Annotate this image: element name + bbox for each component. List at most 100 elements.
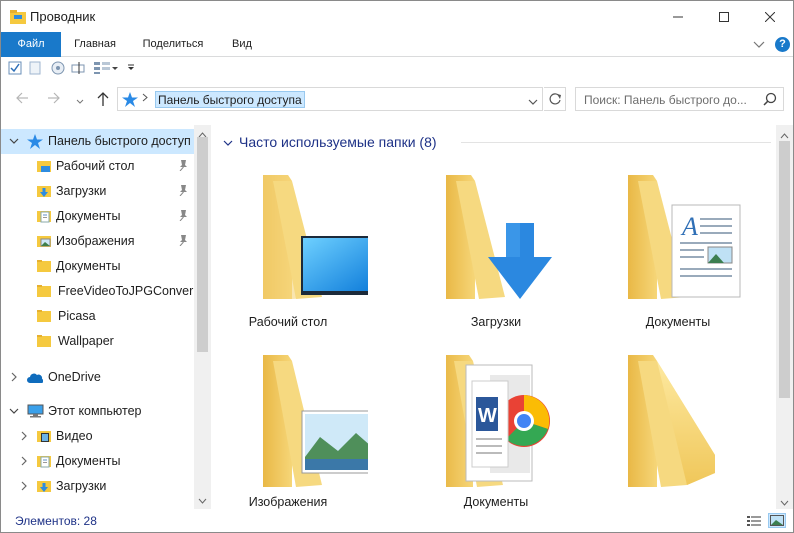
tree-item-documents-pinned[interactable]: Документы bbox=[1, 204, 194, 229]
tree-item-picasa[interactable]: Picasa bbox=[1, 304, 194, 329]
close-button[interactable] bbox=[747, 1, 793, 32]
expand-chevron-icon[interactable] bbox=[19, 430, 29, 444]
downloads-folder-icon bbox=[37, 479, 51, 496]
explorer-app-icon[interactable] bbox=[10, 10, 26, 27]
documents-folder-icon bbox=[37, 209, 51, 226]
collapse-chevron-icon[interactable] bbox=[9, 135, 19, 149]
back-arrow-icon[interactable] bbox=[15, 91, 29, 108]
tree-item-quick-access[interactable]: Панель быстрого доступ bbox=[1, 129, 194, 154]
tree-item-label: Документы bbox=[56, 209, 121, 223]
folder-tile-pictures[interactable]: Изображения bbox=[213, 351, 368, 509]
folder-tile-plain[interactable] bbox=[603, 351, 753, 509]
expand-chevron-icon[interactable] bbox=[19, 480, 29, 494]
tab-home[interactable]: Главная bbox=[61, 32, 129, 57]
undo-icon[interactable] bbox=[50, 61, 66, 78]
expand-chevron-icon[interactable] bbox=[19, 455, 29, 469]
forward-arrow-icon[interactable] bbox=[47, 91, 61, 108]
minimize-button[interactable] bbox=[655, 1, 701, 32]
up-arrow-icon[interactable] bbox=[96, 91, 110, 110]
svg-text:W: W bbox=[478, 405, 497, 427]
properties-checkbox-icon[interactable] bbox=[8, 61, 22, 78]
group-collapse-chevron-icon[interactable] bbox=[223, 137, 233, 151]
svg-text:A: A bbox=[680, 212, 698, 241]
folder-icon bbox=[37, 309, 51, 326]
onedrive-cloud-icon bbox=[27, 372, 44, 386]
pin-icon[interactable] bbox=[178, 235, 188, 249]
folder-tile-documents[interactable]: A Документы bbox=[603, 171, 753, 341]
new-folder-icon[interactable] bbox=[29, 61, 41, 78]
details-view-button[interactable] bbox=[745, 513, 763, 528]
address-bar[interactable]: Панель быстрого доступа bbox=[117, 87, 543, 111]
scroll-down-arrow-icon[interactable] bbox=[198, 493, 207, 507]
collapse-chevron-icon[interactable] bbox=[9, 405, 19, 419]
tree-item-label: Документы bbox=[56, 259, 121, 273]
expand-chevron-icon[interactable] bbox=[9, 371, 19, 385]
tree-item-label: Wallpaper bbox=[58, 334, 114, 348]
maximize-button[interactable] bbox=[701, 1, 747, 32]
pictures-folder-icon bbox=[37, 234, 51, 251]
scroll-up-arrow-icon[interactable] bbox=[780, 128, 789, 142]
quick-access-star-icon bbox=[122, 92, 138, 110]
recent-locations-chevron-icon[interactable] bbox=[76, 94, 84, 108]
folder-tile-office-documents[interactable]: W Документы bbox=[421, 351, 571, 509]
items-count: Элементов: 28 bbox=[15, 514, 97, 528]
tree-item-onedrive[interactable]: OneDrive bbox=[1, 365, 194, 390]
tab-share[interactable]: Поделиться bbox=[129, 32, 217, 57]
refresh-icon bbox=[549, 93, 561, 105]
expand-ribbon-chevron-icon[interactable] bbox=[753, 38, 765, 52]
quick-access-toolbar bbox=[1, 57, 793, 81]
folder-icon bbox=[37, 259, 51, 276]
folder-icon bbox=[37, 334, 51, 351]
help-button[interactable]: ? bbox=[775, 37, 790, 52]
tree-item-pictures[interactable]: Изображения bbox=[1, 229, 194, 254]
status-bar: Элементов: 28 bbox=[1, 509, 793, 532]
tree-item-documents[interactable]: Документы bbox=[1, 254, 194, 279]
group-header[interactable]: Часто используемые папки (8) bbox=[239, 134, 437, 150]
window-title: Проводник bbox=[30, 9, 96, 24]
folder-tile-desktop[interactable]: Рабочий стол bbox=[213, 171, 368, 341]
tree-item-freevideo[interactable]: FreeVideoToJPGConver bbox=[1, 279, 194, 304]
tree-item-this-pc[interactable]: Этот компьютер bbox=[1, 399, 194, 424]
tree-item-downloads[interactable]: Загрузки bbox=[1, 179, 194, 204]
address-dropdown-icon[interactable] bbox=[528, 95, 538, 109]
title-bar: Проводник bbox=[1, 1, 793, 32]
tree-item-wallpaper[interactable]: Wallpaper bbox=[1, 329, 194, 354]
computer-icon bbox=[27, 404, 44, 421]
pictures-folder-icon bbox=[263, 355, 368, 487]
breadcrumb-quick-access[interactable]: Панель быстрого доступа bbox=[155, 91, 305, 108]
folder-tile-label: Загрузки bbox=[470, 315, 522, 329]
quick-access-star-icon bbox=[27, 134, 43, 152]
navigation-bar: Панель быстрого доступа Поиск: Панель бы… bbox=[1, 85, 793, 115]
tree-item-pc-downloads[interactable]: Загрузки bbox=[1, 474, 194, 499]
tree-item-label: Видео bbox=[56, 429, 93, 443]
scrollbar-thumb[interactable] bbox=[197, 137, 208, 352]
search-icon[interactable] bbox=[763, 92, 777, 109]
folder-tile-label: Рабочий стол bbox=[248, 315, 328, 329]
tree-item-pc-documents[interactable]: Документы bbox=[1, 449, 194, 474]
navigation-pane-scrollbar[interactable] bbox=[194, 125, 211, 509]
tree-item-label: Изображения bbox=[56, 234, 135, 248]
tree-item-desktop[interactable]: Рабочий стол bbox=[1, 154, 194, 179]
content-scrollbar[interactable] bbox=[776, 125, 793, 509]
refresh-button[interactable] bbox=[544, 87, 566, 111]
folder-icon bbox=[37, 284, 51, 301]
pin-icon[interactable] bbox=[178, 160, 188, 174]
large-icons-view-button[interactable] bbox=[768, 513, 786, 528]
search-input[interactable]: Поиск: Панель быстрого до... bbox=[575, 87, 784, 111]
view-options-icon[interactable] bbox=[93, 61, 119, 78]
scroll-down-arrow-icon[interactable] bbox=[780, 495, 789, 509]
folder-tile-label: Изображения bbox=[248, 495, 328, 509]
breadcrumb-separator-icon[interactable] bbox=[142, 93, 148, 105]
tab-view[interactable]: Вид bbox=[217, 32, 267, 57]
folder-tile-downloads[interactable]: Загрузки bbox=[421, 171, 571, 341]
pin-icon[interactable] bbox=[178, 185, 188, 199]
tree-item-videos[interactable]: Видео bbox=[1, 424, 194, 449]
folder-tile-label: Документы bbox=[645, 315, 711, 329]
customize-toolbar-icon[interactable] bbox=[127, 61, 135, 76]
office-documents-folder-icon: W bbox=[446, 355, 550, 487]
pin-icon[interactable] bbox=[178, 210, 188, 224]
tab-file[interactable]: Файл bbox=[1, 32, 61, 57]
documents-folder-icon bbox=[37, 454, 51, 471]
scrollbar-thumb[interactable] bbox=[779, 141, 790, 398]
rename-icon[interactable] bbox=[71, 61, 87, 78]
